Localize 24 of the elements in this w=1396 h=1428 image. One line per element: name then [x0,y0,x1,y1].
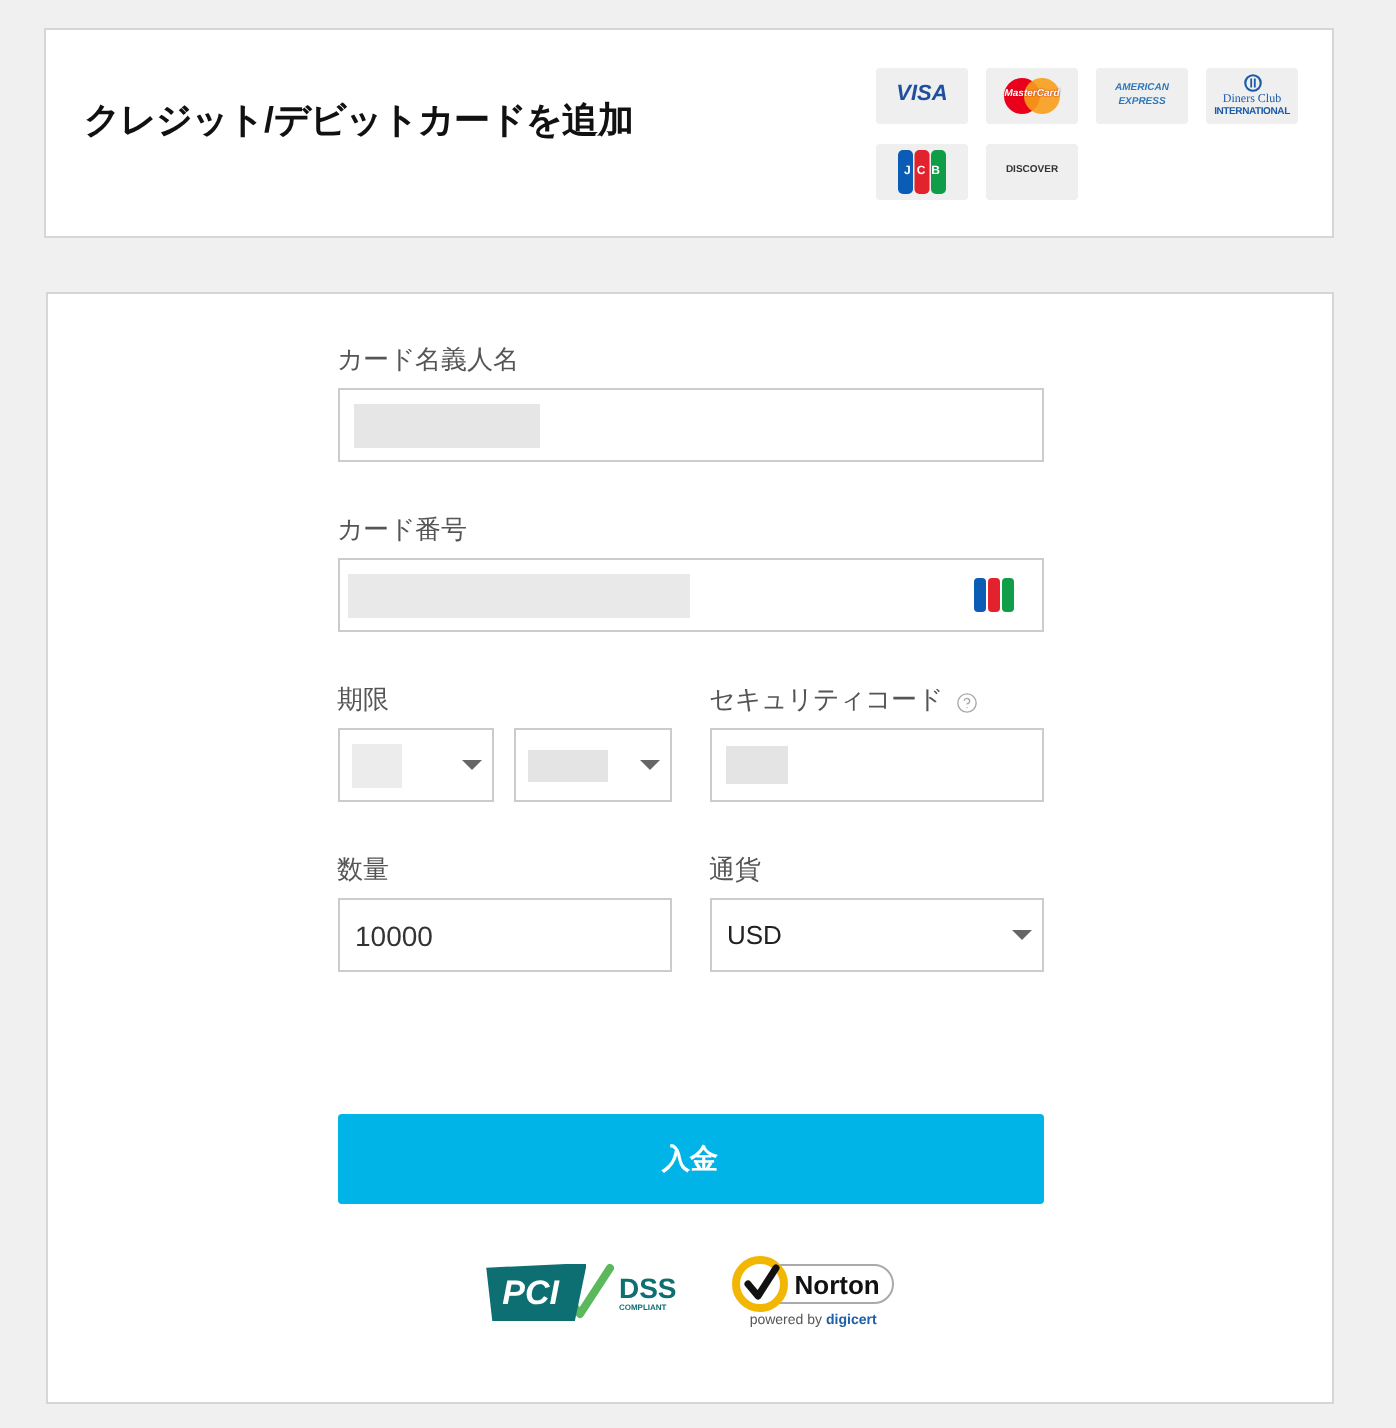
security-code-input[interactable] [709,728,1043,802]
double-ring-icon [1243,73,1261,91]
help-icon[interactable] [955,692,977,714]
dropdown-caret-icon [1011,930,1031,940]
currency-select[interactable]: USD [709,898,1043,972]
amount-input[interactable]: 10000 [337,898,671,972]
dropdown-caret-icon [639,760,659,770]
card-number-input[interactable] [337,558,1043,632]
check-circle-icon [732,1256,789,1312]
card-brand-name: VISA [896,84,948,106]
pci-logo-mark: PCI [486,1263,587,1321]
field-label: セキュリティコード [709,684,943,716]
field-label: カード名義人名 [337,344,521,376]
field-label: 数量 [337,854,391,886]
field-label: カード番号 [337,514,469,546]
field-label: 通貨 [709,854,763,886]
dss-label: DSS [618,1273,677,1301]
expiry-select[interactable] [337,728,494,802]
dropdown-caret-icon [462,760,482,770]
card-stripes-icon [898,149,946,193]
expiry-select[interactable] [514,728,671,802]
field-label: 期限 [337,684,391,716]
cardholder-input[interactable] [337,388,1043,462]
page-title: クレジット/デビットカードを追加 [84,98,635,144]
